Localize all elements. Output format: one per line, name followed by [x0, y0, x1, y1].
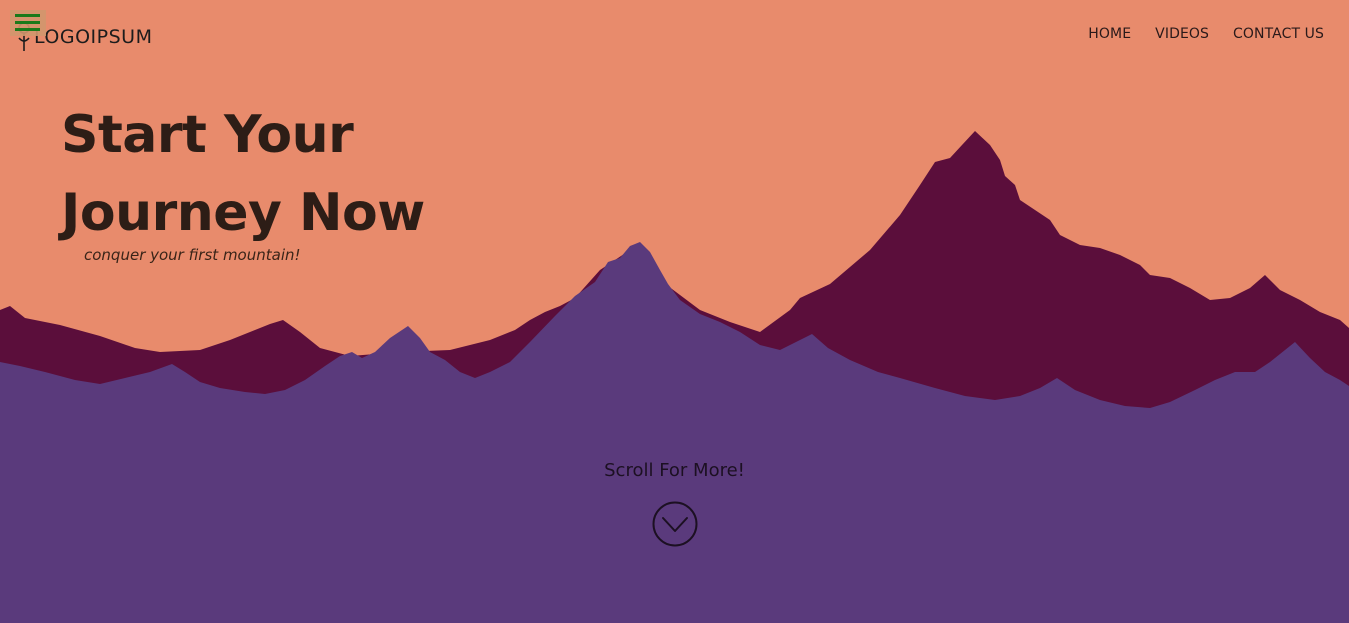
scroll-label: Scroll For More! [604, 460, 745, 481]
logo-text: LOGOIPSUM [34, 25, 153, 48]
main-nav: HOME VIDEOS CONTACT US [1088, 26, 1324, 42]
hero-title: Start Your Journey Now [61, 96, 425, 252]
nav-link-videos[interactable]: VIDEOS [1155, 26, 1209, 42]
hero-title-line-1: Start Your [61, 105, 354, 165]
hero-title-line-2: Journey Now [61, 183, 425, 243]
hamburger-menu-button[interactable] [10, 10, 46, 36]
nav-link-contact[interactable]: CONTACT US [1233, 26, 1324, 42]
hamburger-menu-icon [15, 14, 40, 17]
landing-page: LOGOIPSUM HOME VIDEOS CONTACT US Start Y… [0, 0, 1349, 623]
hamburger-bar [15, 21, 40, 24]
chevron-down-circle-icon[interactable] [652, 501, 698, 547]
nav-link-home[interactable]: HOME [1088, 26, 1131, 42]
hamburger-bar [15, 28, 40, 31]
scroll-prompt: Scroll For More! [0, 460, 1349, 481]
hero-subtitle: conquer your first mountain! [84, 246, 301, 264]
